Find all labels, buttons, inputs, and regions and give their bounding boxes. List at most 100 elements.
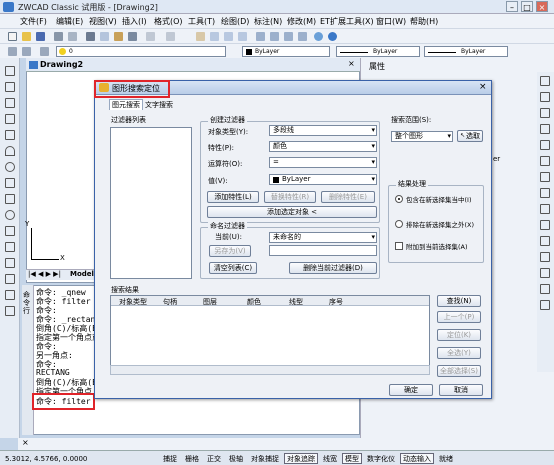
layer-select[interactable]: 0 <box>56 46 226 57</box>
zoom-realtime-icon[interactable] <box>210 32 219 41</box>
redo-icon[interactable] <box>166 32 175 41</box>
offset-icon[interactable] <box>540 124 550 134</box>
ellipse-icon[interactable] <box>5 210 15 220</box>
command-close-icon[interactable]: × <box>22 438 29 447</box>
open-icon[interactable] <box>22 32 31 41</box>
replace-property-button[interactable]: 替换特性(R) <box>264 191 316 203</box>
delete-property-button[interactable]: 删除特性(E) <box>321 191 375 203</box>
calculator-icon[interactable] <box>298 32 307 41</box>
magnifier-icon[interactable] <box>314 32 323 41</box>
status-tablet[interactable]: 数字化仪 <box>364 453 398 464</box>
status-snap[interactable]: 捕捉 <box>160 453 180 464</box>
break-icon[interactable] <box>540 252 550 262</box>
menu-window[interactable]: 窗口(W) <box>376 16 406 27</box>
table-icon[interactable] <box>5 290 15 300</box>
status-model[interactable]: 模型 <box>342 453 362 464</box>
save-icon[interactable] <box>36 32 45 41</box>
tab-text-search[interactable]: 文字搜索 <box>145 100 173 110</box>
property-select[interactable]: 颜色 <box>269 141 377 152</box>
clear-list-button[interactable]: 清空列表(C) <box>209 262 257 274</box>
minimize-button[interactable]: – <box>506 1 518 12</box>
add-selected-object-button[interactable]: 添加选定对象 < <box>207 206 377 218</box>
tab-nav-icon[interactable]: |◀ ◀ ▶ ▶| <box>28 270 61 278</box>
tool-palettes-icon[interactable] <box>284 32 293 41</box>
cut-icon[interactable] <box>86 32 95 41</box>
add-property-button[interactable]: 添加特性(L) <box>207 191 259 203</box>
dialog-close-icon[interactable]: × <box>479 82 487 92</box>
drawing-tab[interactable]: Drawing2 × <box>26 58 360 72</box>
stretch-icon[interactable] <box>540 204 550 214</box>
pan-icon[interactable] <box>196 32 205 41</box>
menu-edit[interactable]: 编辑(E) <box>56 16 83 27</box>
lineweight-select[interactable]: ByLayer <box>424 46 508 57</box>
scale-icon[interactable] <box>540 188 550 198</box>
paste-icon[interactable] <box>114 32 123 41</box>
filter-list-box[interactable] <box>110 127 192 279</box>
arc-icon[interactable] <box>5 146 15 156</box>
new-icon[interactable] <box>8 32 17 41</box>
select-range-button[interactable]: ↖ 选取 <box>457 130 483 142</box>
zoom-window-icon[interactable] <box>224 32 233 41</box>
save-as-button[interactable]: 另存为(V) <box>209 245 251 257</box>
point-icon[interactable] <box>5 242 15 252</box>
select-all-button[interactable]: 全选(Y) <box>437 347 481 359</box>
menu-draw[interactable]: 绘图(D) <box>221 16 249 27</box>
drawing-close-icon[interactable]: × <box>348 59 355 68</box>
copy-obj-icon[interactable] <box>540 92 550 102</box>
delete-current-filter-button[interactable]: 删除当前过滤器(D) <box>289 262 377 274</box>
zoom-previous-icon[interactable] <box>238 32 247 41</box>
status-ortho[interactable]: 正交 <box>204 453 224 464</box>
match-icon[interactable] <box>128 32 137 41</box>
mtext-icon[interactable] <box>5 306 15 316</box>
append-checkbox[interactable] <box>395 242 403 250</box>
trim-icon[interactable] <box>540 220 550 230</box>
extend-icon[interactable] <box>540 236 550 246</box>
chamfer-icon[interactable] <box>540 268 550 278</box>
menu-dimension[interactable]: 标注(N) <box>254 16 282 27</box>
layer-manager-icon[interactable] <box>8 47 17 56</box>
copy-icon[interactable] <box>100 32 109 41</box>
select-all-results-button[interactable]: 全部选择(S) <box>437 365 481 377</box>
undo-icon[interactable] <box>146 32 155 41</box>
layer-states-icon[interactable] <box>22 47 31 56</box>
insert-block-icon[interactable] <box>5 226 15 236</box>
array-icon[interactable] <box>540 140 550 150</box>
col-object-type[interactable]: 对象类型 <box>119 297 147 307</box>
status-polar[interactable]: 极轴 <box>226 453 246 464</box>
value-select[interactable]: ByLayer <box>269 174 377 185</box>
col-layer[interactable]: 图层 <box>203 297 217 307</box>
polygon-icon[interactable] <box>5 114 15 124</box>
include-radio[interactable] <box>395 195 403 203</box>
help-icon[interactable] <box>328 32 337 41</box>
mirror-icon[interactable] <box>540 108 550 118</box>
polyline-icon[interactable] <box>5 98 15 108</box>
design-center-icon[interactable] <box>270 32 279 41</box>
find-button[interactable]: 查找(N) <box>437 295 481 307</box>
fillet-icon[interactable] <box>540 284 550 294</box>
cloud-icon[interactable] <box>5 178 15 188</box>
circle-icon[interactable] <box>5 162 15 172</box>
exclude-radio[interactable] <box>395 220 403 228</box>
maximize-button[interactable]: □ <box>521 1 533 12</box>
color-select[interactable]: ByLayer <box>242 46 330 57</box>
rectangle-icon[interactable] <box>5 130 15 140</box>
status-dyn[interactable]: 动态输入 <box>400 453 434 464</box>
print-icon[interactable] <box>54 32 63 41</box>
search-range-select[interactable]: 整个图形 <box>391 131 453 142</box>
explode-icon[interactable] <box>540 300 550 310</box>
erase-icon[interactable] <box>540 76 550 86</box>
menu-format[interactable]: 格式(O) <box>154 16 183 27</box>
menu-et-tools[interactable]: ET扩展工具(X) <box>320 16 374 27</box>
ray-icon[interactable] <box>5 82 15 92</box>
col-linetype[interactable]: 线型 <box>289 297 303 307</box>
hatch-icon[interactable] <box>5 258 15 268</box>
col-handle[interactable]: 句柄 <box>163 297 177 307</box>
save-as-name-input[interactable] <box>269 245 377 256</box>
status-lineweight[interactable]: 线宽 <box>320 453 340 464</box>
locate-button[interactable]: 定位(K) <box>437 329 481 341</box>
status-grid[interactable]: 栅格 <box>182 453 202 464</box>
object-type-select[interactable]: 多段线 <box>269 125 377 136</box>
results-table[interactable]: 对象类型 句柄 图层 颜色 线型 序号 <box>110 295 430 375</box>
status-osnap[interactable]: 对象捕捉 <box>248 453 282 464</box>
col-index[interactable]: 序号 <box>329 297 343 307</box>
